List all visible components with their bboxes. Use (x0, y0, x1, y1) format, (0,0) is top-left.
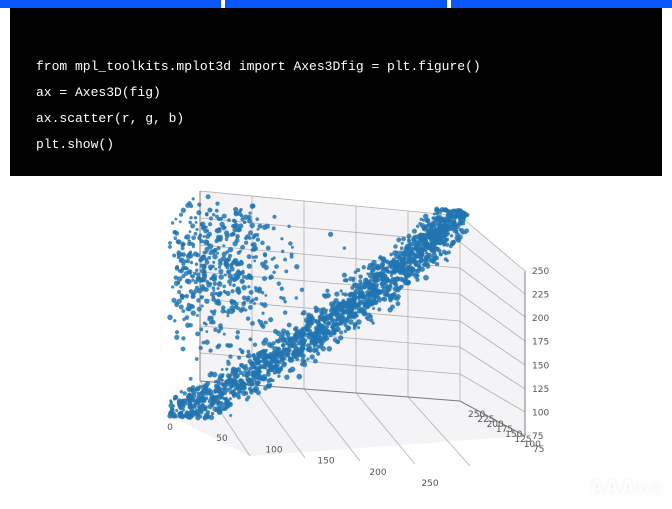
chart-container: 75100125150175200225250 7510012515017520… (0, 176, 672, 506)
watermark-text: AAA (590, 477, 636, 499)
svg-text:175: 175 (532, 338, 549, 348)
z-tick-labels: 75100125150175200225250 (532, 267, 549, 442)
svg-text:150: 150 (532, 361, 549, 371)
code-line: ax = Axes3D(fig) (36, 85, 161, 100)
svg-text:250: 250 (468, 410, 485, 420)
svg-text:200: 200 (532, 314, 549, 324)
svg-text:100: 100 (532, 408, 549, 418)
svg-text:225: 225 (532, 291, 549, 301)
svg-text:125: 125 (532, 385, 549, 395)
svg-text:50: 50 (216, 434, 228, 444)
code-line: from mpl_toolkits.mplot3d import Axes3Df… (36, 59, 481, 74)
code-line: ax.scatter(r, g, b) (36, 111, 184, 126)
code-line: plt.show() (36, 137, 114, 152)
watermark-suffix: 教育 (636, 481, 664, 497)
tab-strip (0, 0, 672, 8)
svg-text:0: 0 (167, 423, 173, 433)
svg-text:250: 250 (421, 479, 438, 489)
svg-text:200: 200 (369, 468, 386, 478)
scatter-3d-plot: 75100125150175200225250 7510012515017520… (130, 186, 560, 506)
code-block: from mpl_toolkits.mplot3d import Axes3Df… (10, 8, 662, 176)
svg-text:150: 150 (317, 457, 334, 467)
watermark: AAA教育 (590, 477, 664, 500)
svg-text:250: 250 (532, 267, 549, 277)
svg-text:100: 100 (265, 445, 282, 455)
